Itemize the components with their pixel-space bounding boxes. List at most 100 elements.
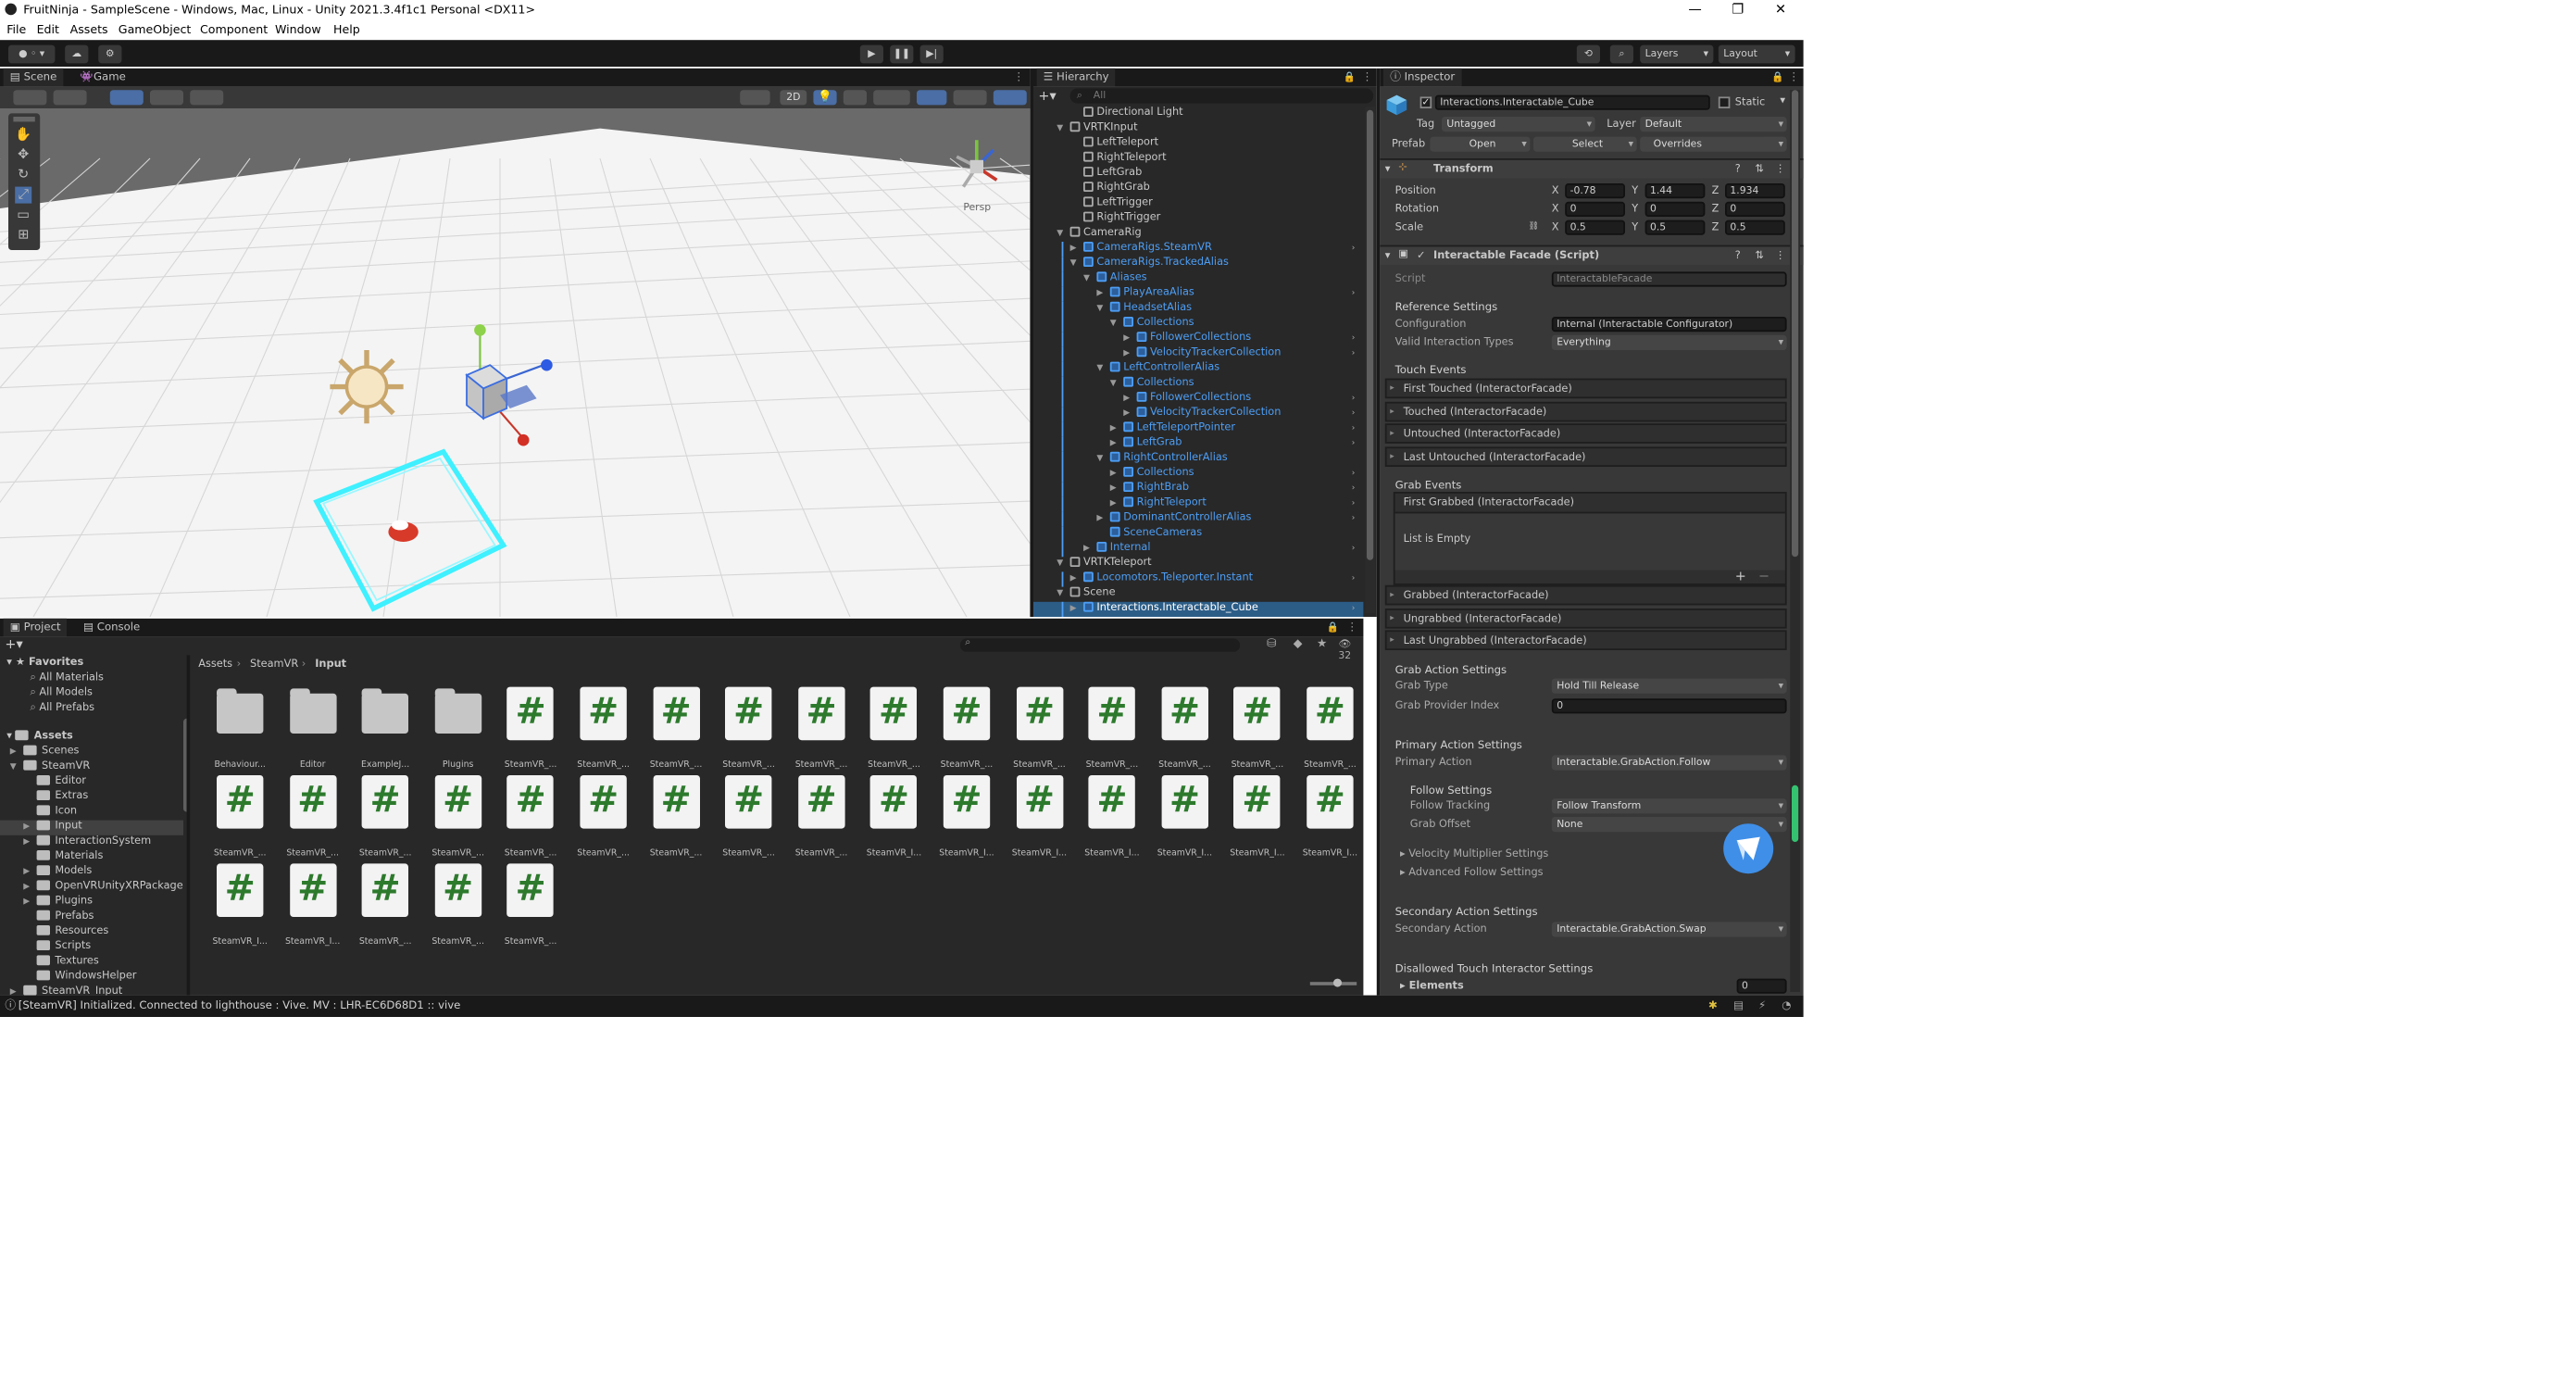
project-search[interactable]: ⌕ [959,637,1241,652]
hierarchy-item[interactable]: VelocityTrackerCollection [1136,346,1281,359]
facade-header[interactable]: ▾ ▣ ✓ Interactable Facade (Script) ? ⇅ ⋮ [1380,245,1804,266]
script-asset[interactable]: # SteamVR_... [280,775,346,859]
foldout-arrow[interactable]: ▶ [1110,483,1117,494]
more-icon[interactable]: ⋮ [1346,619,1357,637]
axis-y-label[interactable]: Y [1632,204,1638,216]
script-asset[interactable]: # SteamVR_... [1296,686,1363,771]
script-asset[interactable]: # SteamVR_... [788,775,855,859]
touch-event-foldout[interactable]: ▸ First Touched (InteractorFacade) [1384,378,1787,399]
hierarchy-item[interactable]: RightBrab [1123,482,1189,495]
more-icon[interactable]: ⋮ [1362,69,1373,87]
hierarchy-row[interactable]: LeftGrab [1033,167,1363,182]
hierarchy-item[interactable]: SceneCameras [1109,526,1202,540]
foldout-arrow[interactable]: ▸ [1390,380,1394,398]
axis-y-label[interactable]: Y [1632,185,1638,197]
hierarchy-search[interactable]: ⌕ All [1069,88,1374,104]
chevron-down-icon[interactable]: ▾ [1780,95,1785,107]
hierarchy-row[interactable]: ▶ FollowerCollections › [1033,392,1363,408]
project-tree-item[interactable]: Icon [0,805,183,820]
scene-viewport[interactable]: ✋ ✥ ↻ ⤢ ▭ ⊞ Persp [0,108,1031,617]
foldout-arrow[interactable]: ▸ [1390,609,1394,628]
chevron-right-icon[interactable]: › [1352,333,1356,344]
script-asset[interactable]: # SteamVR_... [643,686,709,771]
script-asset[interactable]: # SteamVR_I... [1079,775,1145,859]
hierarchy-row[interactable]: ▼ VRTKInput [1033,121,1363,136]
lighting-icon[interactable]: ⚡ [1758,996,1766,1017]
effects-toggle[interactable] [873,90,910,106]
advanced-follow-foldout[interactable]: ▸ Advanced Follow Settings [1400,867,1544,879]
hierarchy-item[interactable]: Scene [1069,586,1116,600]
script-asset[interactable]: # SteamVR_... [643,775,709,859]
hierarchy-row[interactable]: RightTrigger [1033,211,1363,227]
pause-button[interactable]: ❚❚ [890,44,914,64]
hierarchy-row[interactable]: ▶ Locomotors.Teleporter.Instant › [1033,571,1363,587]
preset-icon[interactable]: ⇅ [1755,163,1764,175]
foldout-arrow[interactable]: ▶ [1110,498,1117,508]
project-tree-item[interactable]: ▶ Models [0,865,183,880]
favorites-header[interactable]: ▾ ★ Favorites [6,657,83,669]
hierarchy-item[interactable]: FollowerCollections [1136,332,1251,345]
teleport-area[interactable] [306,442,513,615]
menu-component[interactable]: Component [200,23,268,36]
script-asset[interactable]: # SteamVR_... [497,863,564,947]
create-icon[interactable]: +▾ [5,637,22,652]
hierarchy-item[interactable]: Collections [1123,317,1194,330]
grab-type-dropdown[interactable]: Hold Till Release [1551,678,1787,694]
project-tree-item[interactable]: Scripts [0,940,183,955]
chevron-right-icon[interactable]: › [1352,469,1356,479]
script-asset[interactable]: # SteamVR_... [352,775,419,859]
follow-tracking-dropdown[interactable]: Follow Transform [1551,798,1787,814]
hierarchy-row[interactable]: ▶ RightBrab › [1033,482,1363,497]
elements-count[interactable]: 0 [1736,978,1787,994]
hierarchy-row[interactable]: ▶ VelocityTrackerCollection › [1033,346,1363,362]
transform-tool-icon[interactable]: ⊞ [15,227,31,244]
chevron-right-icon[interactable]: › [1352,348,1356,358]
grid-visibility-button[interactable] [190,90,224,106]
scale-tool-icon[interactable]: ⤢ [15,186,32,204]
filter-icon[interactable]: ⛁ [1267,637,1277,650]
hierarchy-row[interactable]: SceneCameras [1033,526,1363,542]
foldout-arrow[interactable]: ▼ [1057,558,1063,569]
hierarchy-row[interactable]: ▶ Collections › [1033,467,1363,483]
project-tree-item[interactable]: Resources [0,925,183,940]
assistant-bird-icon[interactable] [1723,823,1774,874]
script-asset[interactable]: # SteamVR_... [933,686,1000,771]
script-asset[interactable]: # SteamVR_I... [861,775,928,859]
bug-icon[interactable]: ✱ [1708,996,1718,1017]
foldout-arrow[interactable]: ▾ [1385,250,1391,262]
foldout-arrow[interactable]: ▶ [1123,333,1130,344]
foldout-arrow[interactable]: ▶ [1096,513,1103,523]
hierarchy-item[interactable]: DominantControllerAlias [1109,511,1251,525]
touch-event-foldout[interactable]: ▸ Last Untouched (InteractorFacade) [1384,446,1787,467]
more-icon[interactable]: ⋮ [1775,163,1785,175]
zoom-slider-thumb[interactable] [1333,978,1342,987]
project-tree-item[interactable]: ▼ SteamVR [0,759,183,775]
render-mode-button[interactable] [740,90,770,106]
elements-foldout[interactable]: ▸ Elements [1400,980,1464,992]
hierarchy-item[interactable]: Internal [1096,542,1151,555]
help-icon[interactable]: ? [1735,250,1741,262]
foldout-arrow[interactable]: ▶ [1096,288,1103,298]
component-enabled-checkbox[interactable]: ✓ [1417,250,1426,262]
hierarchy-item[interactable]: LeftControllerAlias [1109,361,1219,375]
scl-z-field[interactable]: 0.5 [1725,220,1785,235]
script-asset[interactable]: # SteamVR_... [1006,686,1072,771]
rot-x-field[interactable]: 0 [1565,201,1625,217]
script-asset[interactable]: # SteamVR_... [497,775,564,859]
link-icon[interactable]: ⛓ [1529,221,1539,232]
project-tree-item[interactable]: Textures [0,955,183,970]
active-checkbox[interactable]: ✓ [1419,96,1432,108]
hierarchy-item[interactable]: HeadsetAlias [1109,301,1192,315]
inspector-scrollbar[interactable] [1790,90,1800,992]
foldout-arrow[interactable]: ▶ [1123,348,1130,358]
hierarchy-item[interactable]: Locomotors.Teleporter.Instant [1083,571,1253,584]
foldout-arrow[interactable]: ▼ [1057,123,1063,133]
chevron-right-icon[interactable]: › [1352,408,1356,419]
hierarchy-item[interactable]: CameraRigs.SteamVR [1083,242,1212,255]
more-icon[interactable]: ⋮ [1013,69,1024,87]
hierarchy-row[interactable]: ▼ Collections [1033,376,1363,392]
chevron-right-icon[interactable]: › [1352,604,1356,614]
hierarchy-row[interactable]: LeftTeleport [1033,136,1363,152]
foldout-arrow[interactable]: ▼ [1110,379,1117,389]
hierarchy-item[interactable]: Collections [1123,376,1194,390]
